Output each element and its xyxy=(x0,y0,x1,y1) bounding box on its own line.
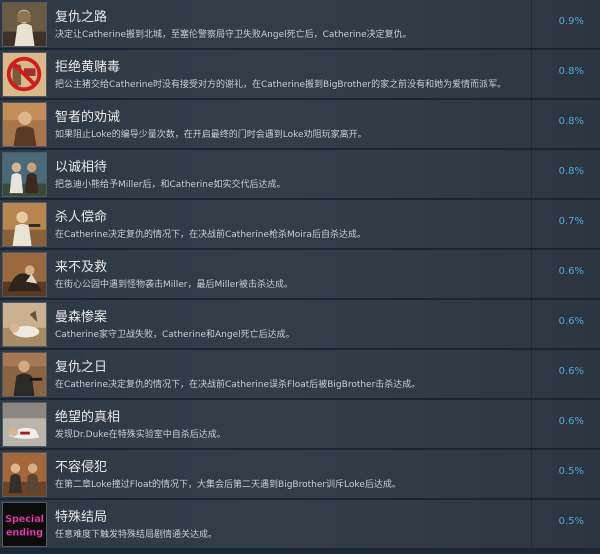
achievement-percent: 0.6% xyxy=(558,366,584,377)
achievement-row[interactable]: 拒绝黄赌毒 把公主猪交给Catherine时没有接受对方的谢礼，在Catheri… xyxy=(0,50,600,99)
divider xyxy=(531,100,532,148)
confrontation-icon xyxy=(2,452,47,497)
achievement-percent: 0.6% xyxy=(558,316,584,327)
achievement-percent: 0.8% xyxy=(558,166,584,177)
achievement-description: 在Catherine决定复仇的情况下，在决战前Catherine枪杀Moira后… xyxy=(55,230,367,240)
achievement-title: 来不及救 xyxy=(55,260,108,275)
divider xyxy=(531,250,532,298)
achievement-row[interactable]: 来不及救 在街心公园中遇到怪物袭击Miller，最后Miller被击杀达成。 0… xyxy=(0,250,600,299)
achievement-percent: 0.8% xyxy=(558,116,584,127)
wise-man-icon xyxy=(2,102,47,147)
achievement-description: 在Catherine决定复仇的情况下，在决战前Catherine误杀Float后… xyxy=(55,380,421,390)
divider xyxy=(531,150,532,198)
achievement-row[interactable]: 智者的劝诫 如果阻止Loke的编导少量次数，在开启最终的门时会遇到Loke劝阻玩… xyxy=(0,100,600,149)
armed-man-icon xyxy=(2,352,47,397)
achievement-row[interactable]: 复仇之日 在Catherine决定复仇的情况下，在决战前Catherine误杀F… xyxy=(0,350,600,399)
achievement-row[interactable]: 复仇之路 决定让Catherine搬到北城，至塞伦警察局守卫失败Angel死亡后… xyxy=(0,0,600,49)
achievement-title: 复仇之路 xyxy=(55,10,108,25)
achievement-title: 智者的劝诫 xyxy=(55,110,121,125)
achievement-description: Catherine家守卫战失败，Catherine和Angel死亡后达成。 xyxy=(55,330,295,340)
achievement-percent: 0.5% xyxy=(558,516,584,527)
achievement-title: 杀人偿命 xyxy=(55,210,108,225)
achievement-percent: 0.8% xyxy=(558,66,584,77)
achievement-percent: 0.9% xyxy=(558,16,584,27)
divider xyxy=(531,350,532,398)
achievement-description: 在第二章Loke撞过Float的情况下，大集会后第二天遇到BigBrother训… xyxy=(55,480,401,490)
divider xyxy=(531,500,532,548)
achievement-percent: 0.6% xyxy=(558,416,584,427)
achievement-title: 复仇之日 xyxy=(55,360,108,375)
achievement-title: 拒绝黄赌毒 xyxy=(55,60,121,75)
achievement-title: 以诚相待 xyxy=(55,160,108,175)
divider xyxy=(531,300,532,348)
achievement-description: 在街心公园中遇到怪物袭击Miller，最后Miller被击杀达成。 xyxy=(55,280,294,290)
catherine-portrait-icon xyxy=(2,2,47,47)
special-ending-icon: Special ending xyxy=(2,502,47,547)
divider xyxy=(531,400,532,448)
achievement-title: 不容侵犯 xyxy=(55,460,108,475)
divider xyxy=(531,200,532,248)
achievement-title: 绝望的真相 xyxy=(55,410,121,425)
achievement-percent: 0.7% xyxy=(558,216,584,227)
achievement-list: 复仇之路 决定让Catherine搬到北城，至塞伦警察局守卫失败Angel死亡后… xyxy=(0,0,600,554)
achievement-row[interactable]: Special ending 特殊结局 任意难度下触发特殊结局剧情通关达成。 0… xyxy=(0,500,600,549)
special-ending-word-1: Special xyxy=(5,514,44,525)
lab-body-icon xyxy=(2,402,47,447)
divider xyxy=(531,450,532,498)
woman-gun-icon xyxy=(2,202,47,247)
achievement-row[interactable]: 绝望的真相 发现Dr.Duke在特殊实验室中自杀后达成。 0.6% xyxy=(0,400,600,449)
achievement-percent: 0.5% xyxy=(558,466,584,477)
fallen-figure-icon xyxy=(2,302,47,347)
achievement-title: 特殊结局 xyxy=(55,510,108,525)
achievement-description: 决定让Catherine搬到北城，至塞伦警察局守卫失败Angel死亡后，Cath… xyxy=(55,30,412,40)
achievement-description: 发现Dr.Duke在特殊实验室中自杀后达成。 xyxy=(55,430,226,440)
achievement-row[interactable]: 以诚相待 把急迪小熊给予Miller后，和Catherine如实交代后达成。 0… xyxy=(0,150,600,199)
two-people-icon xyxy=(2,152,47,197)
no-drugs-icon xyxy=(2,52,47,97)
achievement-description: 任意难度下触发特殊结局剧情通关达成。 xyxy=(55,530,218,540)
divider xyxy=(531,50,532,98)
achievement-row[interactable]: 杀人偿命 在Catherine决定复仇的情况下，在决战前Catherine枪杀M… xyxy=(0,200,600,249)
special-ending-word-2: ending xyxy=(6,527,43,538)
achievement-description: 如果阻止Loke的编导少量次数，在开启最终的门时会遇到Loke劝阻玩家离开。 xyxy=(55,130,367,140)
achievement-row[interactable]: 不容侵犯 在第二章Loke撞过Float的情况下，大集会后第二天遇到BigBro… xyxy=(0,450,600,499)
monster-attack-icon xyxy=(2,252,47,297)
achievement-percent: 0.6% xyxy=(558,266,584,277)
achievement-description: 把公主猪交给Catherine时没有接受对方的谢礼，在Catherine搬到Bi… xyxy=(55,80,507,90)
achievement-row[interactable]: 曼森惨案 Catherine家守卫战失败，Catherine和Angel死亡后达… xyxy=(0,300,600,349)
divider xyxy=(531,0,532,48)
achievement-title: 曼森惨案 xyxy=(55,310,108,325)
achievement-description: 把急迪小熊给予Miller后，和Catherine如实交代后达成。 xyxy=(55,180,286,190)
